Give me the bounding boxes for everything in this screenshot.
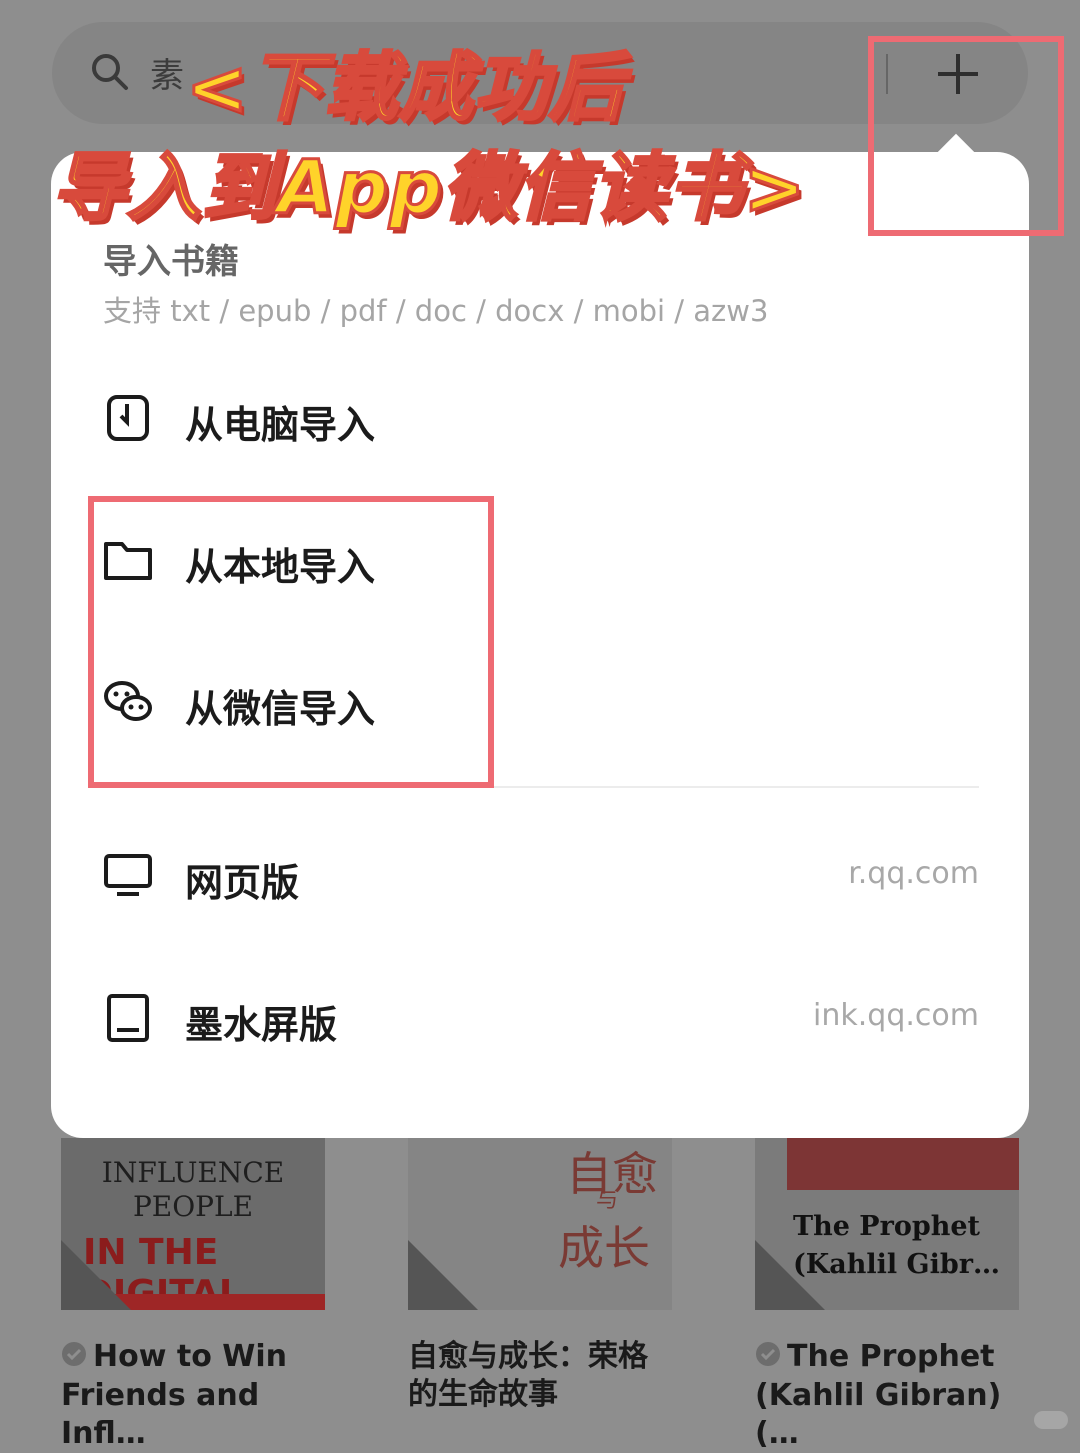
popup-subtitle: 支持 txt / epub / pdf / doc / docx / mobi …: [103, 294, 769, 328]
cover-text: 成长: [558, 1221, 650, 1275]
book-card[interactable]: INFLUENCE PEOPLE IN THE DIGITAL AGE How …: [61, 1138, 325, 1453]
book-cover: 自愈 与 成长: [408, 1138, 672, 1310]
annotation-banner: <下载成功后: [184, 44, 625, 133]
cover-art: [787, 1138, 1019, 1190]
menu-item-import-from-computer[interactable]: 从电脑导入: [51, 368, 1029, 468]
popup-title: 导入书籍: [103, 242, 239, 282]
menu-url: r.qq.com: [848, 856, 979, 891]
check-icon: [755, 1339, 781, 1377]
mask-badge-icon: [408, 1240, 478, 1310]
menu-label: 从电脑导入: [185, 403, 376, 447]
book-cover: The Prophet (Kahlil Gibr…: [755, 1138, 1019, 1310]
cover-text: The Prophet (Kahlil Gibr…: [793, 1211, 1000, 1280]
annotation-banner: 导入到App微信读书>: [50, 144, 807, 233]
highlight-box: [868, 36, 1064, 236]
mask-badge-icon: [755, 1240, 825, 1310]
search-input[interactable]: 素: [150, 48, 184, 97]
menu-label: 网页版: [185, 861, 300, 905]
search-icon: [90, 52, 130, 96]
watermark: [1034, 1411, 1068, 1429]
cover-text: PEOPLE: [132, 1190, 254, 1223]
book-card[interactable]: 自愈 与 成长 自愈与成长：荣格的生命故事: [408, 1138, 672, 1414]
phone-link-icon: [103, 394, 153, 442]
tablet-icon: [103, 994, 153, 1042]
menu-item-eink-version[interactable]: 墨水屏版 ink.qq.com: [51, 968, 1029, 1068]
check-icon: [61, 1339, 87, 1377]
book-title: 自愈与成长：荣格的生命故事: [408, 1339, 648, 1412]
cover-text: 与: [596, 1188, 619, 1213]
menu-label: 墨水屏版: [185, 1003, 338, 1047]
highlight-box: [88, 496, 494, 788]
book-title-text: The Prophet (Kahlil Gibran) (…: [755, 1339, 1002, 1451]
book-title-text: How to Win Friends and Infl…: [61, 1339, 288, 1451]
book-title: The Prophet (Kahlil Gibran) (…: [755, 1338, 1019, 1453]
book-card[interactable]: The Prophet (Kahlil Gibr… The Prophet (K…: [755, 1138, 1019, 1453]
mask-badge-icon: [61, 1240, 131, 1310]
book-cover: INFLUENCE PEOPLE IN THE DIGITAL AGE: [61, 1138, 325, 1310]
menu-url: ink.qq.com: [813, 998, 979, 1033]
menu-item-web-version[interactable]: 网页版 r.qq.com: [51, 826, 1029, 926]
book-title: How to Win Friends and Infl…: [61, 1338, 325, 1453]
monitor-icon: [103, 852, 153, 900]
cover-text: INFLUENCE: [101, 1156, 285, 1189]
